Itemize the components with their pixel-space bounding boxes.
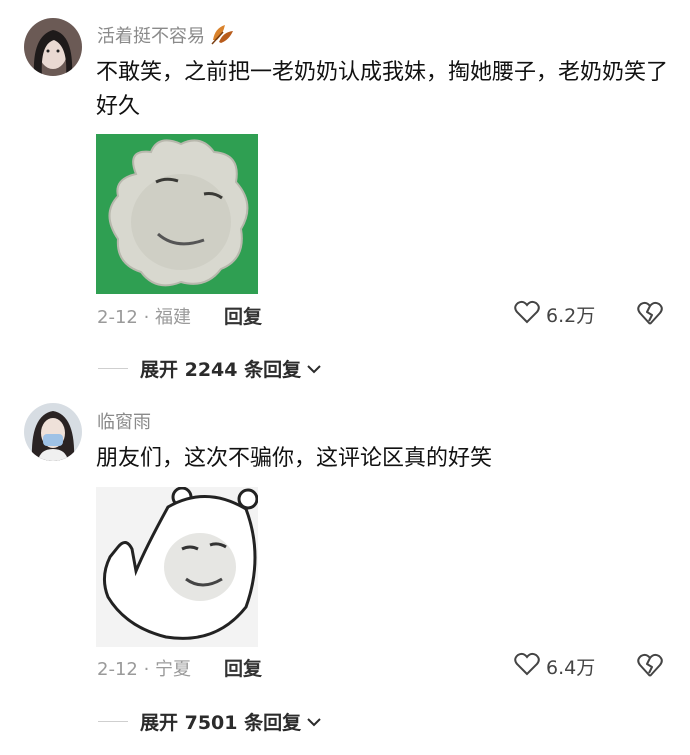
heart-icon: [514, 300, 540, 329]
avatar[interactable]: [24, 403, 82, 461]
like-button[interactable]: 6.4万: [514, 652, 595, 681]
broken-heart-icon[interactable]: [636, 299, 664, 327]
comment-item: 临窗雨 朋友们，这次不骗你，这评论区真的好笑 2-12 · 宁夏 回复 6.4万…: [0, 395, 690, 755]
reply-button[interactable]: 回复: [224, 302, 262, 329]
like-button[interactable]: 6.2万: [514, 300, 595, 329]
expand-replies-button[interactable]: 展开 2244 条回复: [98, 355, 323, 382]
heart-icon: [514, 652, 540, 681]
autumn-leaf-icon: [209, 22, 235, 46]
sticker-image[interactable]: [96, 487, 258, 647]
chevron-down-icon: [305, 360, 323, 378]
comment-item: 活着挺不容易 不敢笑，之前把一老奶奶认成我妹，掏她腰子，老奶奶笑了好久 2-12…: [0, 0, 690, 390]
comment-meta: 2-12 · 宁夏: [97, 659, 192, 680]
like-count: 6.4万: [546, 657, 596, 679]
divider: [98, 721, 128, 722]
chevron-down-icon: [305, 713, 323, 731]
sticker-image[interactable]: [96, 134, 258, 294]
comment-meta: 2-12 · 福建: [97, 307, 192, 328]
like-count: 6.2万: [546, 305, 596, 327]
avatar[interactable]: [24, 18, 82, 76]
username[interactable]: 临窗雨: [97, 408, 151, 434]
comment-text: 不敢笑，之前把一老奶奶认成我妹，掏她腰子，老奶奶笑了好久: [96, 60, 669, 119]
reply-button[interactable]: 回复: [224, 654, 262, 681]
expand-replies-button[interactable]: 展开 7501 条回复: [98, 708, 323, 735]
username[interactable]: 活着挺不容易: [97, 22, 235, 48]
comment-text: 朋友们，这次不骗你，这评论区真的好笑: [96, 446, 493, 471]
divider: [98, 368, 128, 369]
broken-heart-icon[interactable]: [636, 651, 664, 679]
